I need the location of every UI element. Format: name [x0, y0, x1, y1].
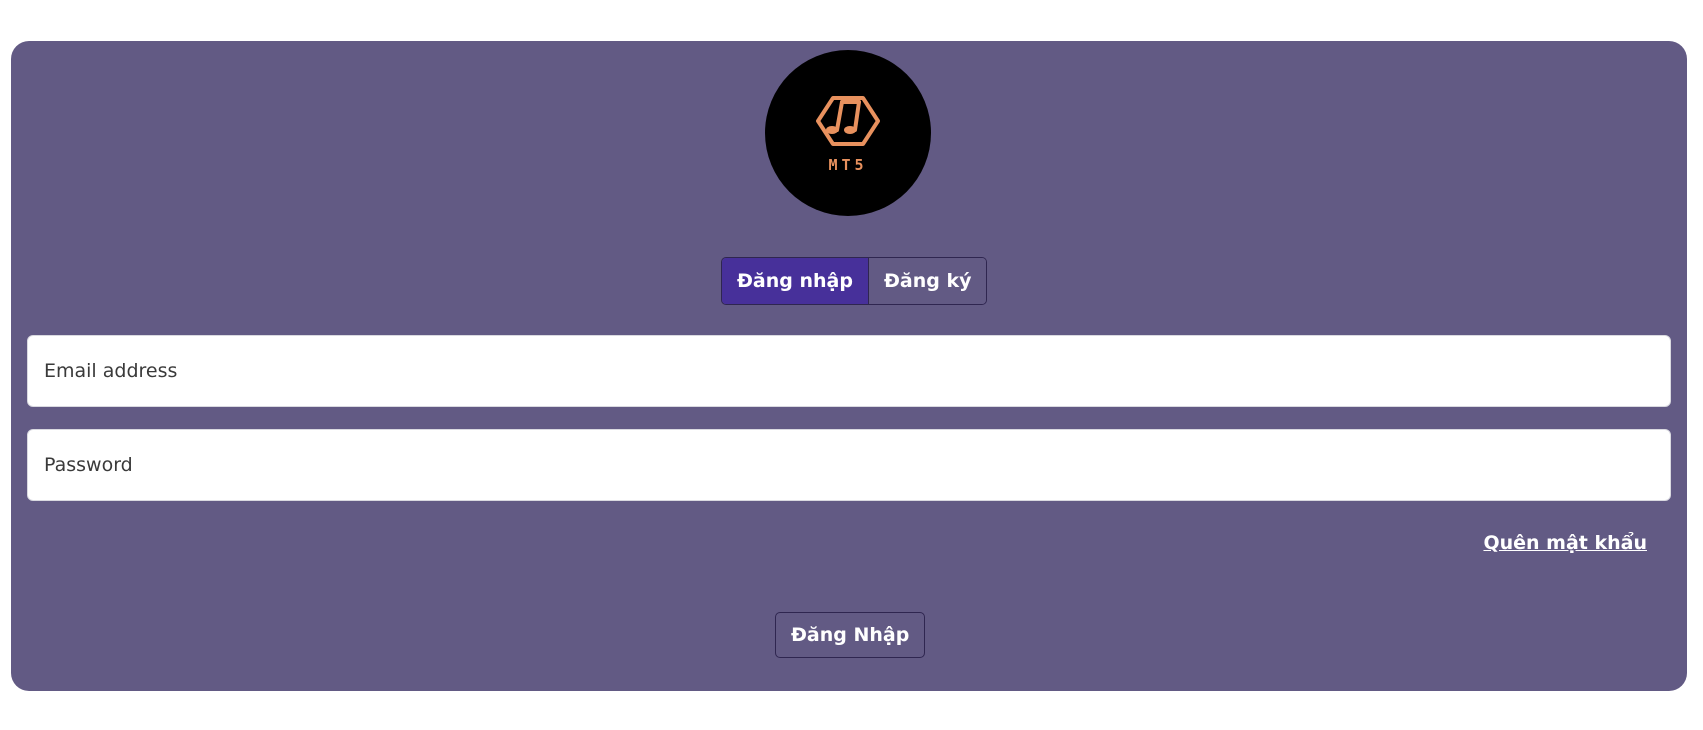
- email-field-wrapper: [27, 335, 1671, 407]
- password-field-wrapper: [27, 429, 1671, 501]
- tab-register[interactable]: Đăng ký: [868, 258, 987, 304]
- email-input[interactable]: [28, 336, 1670, 406]
- auth-tabs: Đăng nhập Đăng ký: [721, 257, 988, 305]
- logo: MT5: [765, 50, 931, 216]
- tab-login[interactable]: Đăng nhập: [722, 258, 869, 304]
- password-input[interactable]: [28, 430, 1670, 500]
- forgot-password-link[interactable]: Quên mật khẩu: [1483, 532, 1647, 554]
- logo-text: MT5: [828, 156, 868, 174]
- music-note-hexagon-icon: [816, 96, 880, 146]
- login-submit-button[interactable]: Đăng Nhập: [775, 612, 926, 658]
- login-card: MT5 Đăng nhập Đăng ký Quên mật khẩu Đăng…: [11, 41, 1687, 691]
